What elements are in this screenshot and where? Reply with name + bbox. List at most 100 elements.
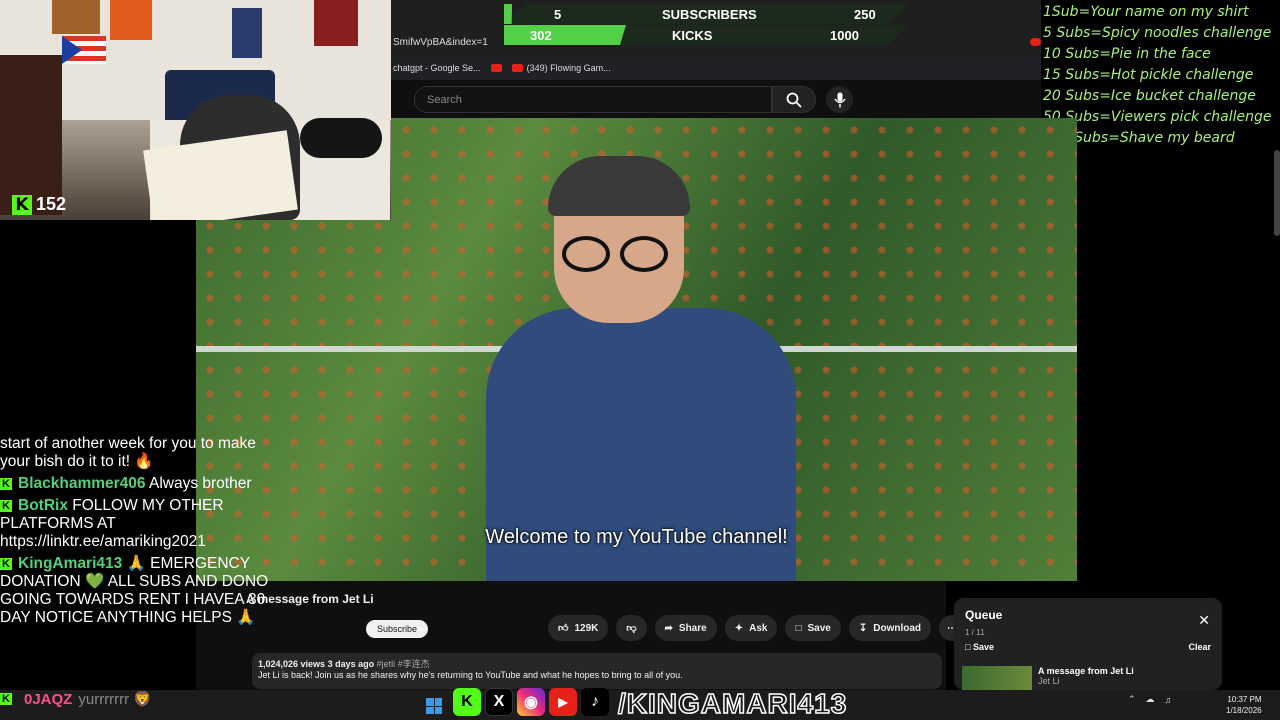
kick-follower-count: K 152: [12, 194, 66, 215]
dog: [300, 118, 382, 158]
chat-message: K 0JAQZ yurrrrrrr 🦁: [0, 690, 152, 708]
close-icon[interactable]: ✕: [1198, 612, 1210, 629]
taskbar-clock[interactable]: 10:37 PM 1/18/2026: [1226, 694, 1262, 716]
save-button[interactable]: □ Save: [785, 615, 841, 641]
video-description[interactable]: 1,024,026 views 3 days ago #jetli #李连杰 J…: [252, 653, 942, 689]
kicks-goal-label: KICKS: [672, 27, 713, 43]
microphone-icon: [833, 92, 846, 107]
subscriber-goal-target: 250: [854, 6, 876, 22]
stream-chat: start of another week for you to make yo…: [0, 435, 270, 690]
chat-message: K Blackhammer406 Always brother: [0, 475, 270, 493]
kicks-goal-current: 302: [530, 27, 552, 43]
subscribe-button[interactable]: Subscribe: [366, 620, 428, 638]
search-input[interactable]: Search: [414, 86, 772, 113]
poster: [52, 0, 100, 34]
chat-username: BotRix: [18, 497, 68, 514]
chat-username: 0JAQZ: [24, 690, 73, 708]
chat-message: K BotRix FOLLOW MY OTHER PLATFORMS AT htt…: [0, 497, 270, 551]
bookmark-chatgpt[interactable]: chatgpt - Google Se...: [393, 63, 481, 73]
video-details: A message from Jet Li Subscribe 👍︎ 129K …: [196, 581, 966, 691]
subscriber-goal-fill: [504, 4, 513, 24]
kick-logo-icon: K: [12, 194, 32, 215]
download-button[interactable]: ↧ Download: [848, 615, 932, 641]
kick-badge-icon: K: [0, 693, 12, 705]
bookmark-bar: chatgpt - Google Se... (349) Flowing Gam…: [391, 56, 1041, 80]
x-logo-icon: X: [485, 688, 513, 716]
queue-item-title: A message from Jet Li: [1038, 666, 1134, 676]
kicks-goal-fill: [504, 25, 626, 45]
chat-message: start of another week for you to make yo…: [0, 435, 270, 471]
chat-message: K KingAmari413 🙏 EMERGENCY DONATION 💚 ALL…: [0, 555, 270, 627]
subscriber-goal: 5 SUBSCRIBERS 250: [504, 4, 908, 24]
like-button[interactable]: 👍︎ 129K: [548, 615, 609, 641]
youtube-icon: [490, 64, 502, 72]
social-icons: K X ◉ ▶ ♪: [453, 688, 609, 716]
upload-date: 3 days ago: [327, 659, 375, 669]
glasses: [562, 236, 678, 272]
queue-item-channel: Jet Li: [1038, 676, 1060, 686]
share-button[interactable]: ➦ Share: [654, 615, 717, 641]
ask-button[interactable]: ✦ Ask: [724, 615, 778, 641]
ask-label: Ask: [749, 622, 768, 634]
chat-text: start of another week for you to make yo…: [0, 435, 256, 470]
kicks-goal-target: 1000: [830, 27, 859, 43]
video-person: [486, 156, 796, 581]
like-count: 129K: [574, 622, 599, 634]
challenge-item: 100 Subs=Shave my beard: [1043, 130, 1235, 146]
share-icon: ➦: [664, 622, 673, 634]
chat-text: yurrrrrrr 🦁: [78, 691, 153, 708]
challenge-item: 10 Subs=Pie in the face: [1043, 46, 1211, 62]
streamer-handle: /KINGAMARI413: [617, 687, 848, 720]
video-tags: #jetli #李连杰: [376, 659, 430, 669]
bookmark-label: (349) Flowing Gam...: [526, 63, 611, 73]
record-indicator-icon: [1030, 38, 1041, 46]
subscriber-goal-current: 5: [554, 6, 562, 22]
challenge-item: 5 Subs=Spicy noodles challenge: [1043, 25, 1272, 41]
thumbs-up-icon: 👍︎: [558, 623, 569, 634]
webcam-overlay: K 152: [0, 0, 391, 220]
youtube-logo-icon: ▶: [549, 688, 577, 716]
puerto-rico-flag: [62, 36, 106, 64]
kick-count-value: 152: [36, 194, 67, 214]
queue-panel: Queue 1 / 11 ✕ □ Save Clear A message fr…: [954, 598, 1222, 690]
challenge-item: 20 Subs=Ice bucket challenge: [1043, 88, 1256, 104]
chevron-up-icon[interactable]: ⌃: [1128, 694, 1136, 705]
queue-clear-button[interactable]: Clear: [1188, 642, 1211, 652]
hair: [548, 156, 690, 216]
kick-badge-icon: K: [0, 499, 12, 512]
search-icon: [786, 92, 802, 108]
stream-goals: 5 SUBSCRIBERS 250 302 KICKS 1000: [504, 2, 908, 45]
description-text: Jet Li is back! Join us as he shares why…: [258, 670, 683, 680]
sparkle-icon: ✦: [734, 622, 744, 634]
challenge-item: 15 Subs=Hot pickle challenge: [1043, 67, 1254, 83]
poster: [314, 0, 358, 46]
windows-start-icon[interactable]: [426, 698, 442, 714]
video-actions: 👍︎ 129K 👎︎ ➦ Share ✦ Ask □ Save ↧ Downlo…: [548, 615, 966, 641]
system-tray: ⌃ ☁ ♫: [1128, 694, 1171, 705]
clock-date: 1/18/2026: [1226, 706, 1262, 715]
subscriber-goal-label: SUBSCRIBERS: [662, 6, 757, 22]
kicks-goal: 302 KICKS 1000: [504, 25, 908, 45]
kick-logo-icon: K: [453, 688, 481, 716]
bookmark-icon: □: [795, 622, 802, 634]
scrollbar[interactable]: [1274, 150, 1280, 236]
shirt-on-wall: [110, 0, 152, 40]
volume-icon[interactable]: ♫: [1165, 695, 1172, 705]
bookmark-youtube[interactable]: (349) Flowing Gam...: [511, 63, 611, 73]
network-icon[interactable]: ☁: [1146, 694, 1155, 705]
voice-search-button[interactable]: [826, 86, 853, 113]
instagram-icon: ◉: [517, 688, 545, 716]
chat-username: Blackhammer406: [18, 475, 146, 492]
queue-thumbnail: [962, 666, 1032, 690]
queue-item[interactable]: A message from Jet Li Jet Li: [962, 666, 1214, 690]
share-label: Share: [678, 622, 707, 634]
dislike-button[interactable]: 👎︎: [616, 615, 647, 641]
thumbs-down-icon: 👎︎: [626, 623, 637, 634]
queue-save-button[interactable]: □ Save: [965, 642, 994, 652]
dresser: [0, 55, 62, 215]
clock-time: 10:37 PM: [1227, 695, 1262, 704]
kick-badge-icon: K: [0, 557, 12, 570]
search-button[interactable]: [772, 86, 816, 113]
poster: [232, 8, 262, 58]
bookmark-label: chatgpt - Google Se...: [393, 63, 481, 73]
